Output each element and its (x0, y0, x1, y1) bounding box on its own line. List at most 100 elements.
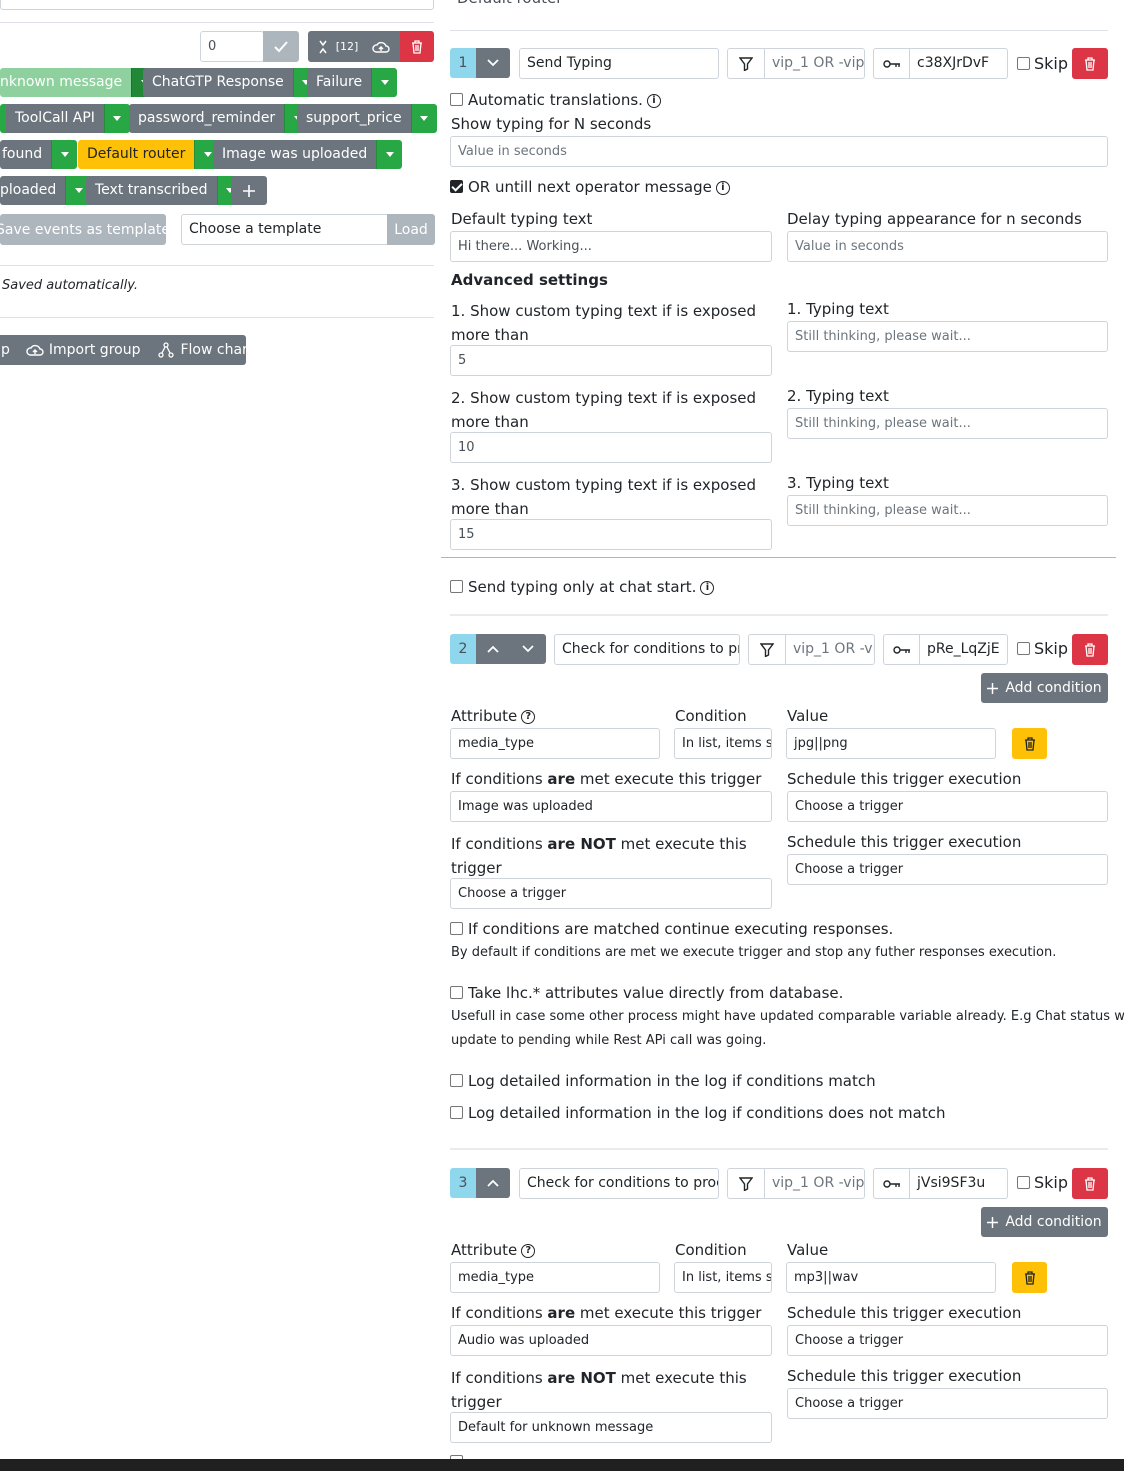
block-1-until-operator-label: OR untill next operator message i (468, 177, 730, 197)
block-1-delay-input[interactable]: Value in seconds (787, 231, 1108, 262)
event-tag-unknown-message[interactable]: nknown message (0, 68, 158, 97)
flow-chart-button[interactable]: Flow chart (158, 342, 253, 358)
block-2-value-input[interactable]: jpg||png (786, 728, 996, 759)
block-3-value-input[interactable]: mp3||wav (786, 1262, 996, 1293)
event-tag-failure[interactable]: Failure (307, 68, 398, 97)
delete-group-button[interactable] (400, 31, 434, 62)
block-2-met-trigger-input[interactable]: Image was uploaded (450, 791, 772, 822)
block-3-not-met-trigger-input[interactable]: Default for unknown message (450, 1412, 772, 1443)
event-tag-chatgtp-response[interactable]: ChatGTP Response (143, 68, 319, 97)
block-1-default-typing-input[interactable]: Hi there... Working... (450, 231, 772, 262)
block-1-filter-input[interactable]: vip_1 OR -vip. (764, 48, 865, 79)
saved-note: Saved automatically. (2, 278, 139, 293)
block-1-name-input[interactable]: Send Typing (519, 48, 719, 79)
block-2-name-input[interactable]: Check for conditions to pro (554, 634, 740, 665)
block-3-filter-input[interactable]: vip_1 OR -vip. (764, 1168, 865, 1199)
block-3-delete-button[interactable] (1072, 1168, 1108, 1199)
block-2-delete-button[interactable] (1072, 634, 1108, 665)
question-icon: ? (521, 1243, 536, 1258)
block-2-move-up-button[interactable] (476, 634, 510, 664)
chevron-down-icon[interactable] (51, 140, 78, 169)
block-1-auto-translations-checkbox[interactable] (450, 93, 463, 106)
block-1-move-down-button[interactable] (476, 48, 510, 78)
block-2-skip-checkbox[interactable] (1017, 642, 1030, 655)
block-3-attribute-input[interactable]: media_type (450, 1262, 660, 1293)
block-2-not-met-trigger-input[interactable]: Choose a trigger (450, 878, 772, 909)
block-1-typing-3-input[interactable]: Still thinking, please wait... (787, 495, 1108, 526)
event-tag-image-uploaded[interactable]: Image was uploaded (213, 140, 403, 169)
chevron-down-icon[interactable] (103, 104, 130, 133)
block-3-condition-select[interactable]: In list, items s (674, 1262, 772, 1293)
block-2-condition-select[interactable]: In list, items s (674, 728, 772, 759)
block-2-db-checkbox[interactable] (450, 986, 463, 999)
info-icon: i (715, 180, 730, 195)
import-group-button[interactable]: Import group (26, 342, 140, 358)
block-1-until-operator-checkbox[interactable] (450, 180, 463, 193)
block-1-chat-start-checkbox[interactable] (450, 580, 463, 593)
chevron-down-icon[interactable] (410, 104, 437, 133)
block-2-schedule-label-1: Schedule this trigger execution (787, 770, 1022, 788)
block-3-schedule-label-1: Schedule this trigger execution (787, 1304, 1022, 1322)
block-2-key-input[interactable]: pRe_LqZjE (919, 634, 1008, 665)
block-2-log-nomatch-label: Log detailed information in the log if c… (468, 1104, 946, 1122)
left-top-input-clipped[interactable] (0, 0, 434, 10)
block-2-continue-checkbox[interactable] (450, 922, 463, 935)
event-tag-uploaded[interactable]: ploaded (0, 176, 92, 205)
block-1-skip-checkbox[interactable] (1017, 57, 1030, 70)
block-1-show-typing-input[interactable]: Value in seconds (450, 136, 1108, 167)
info-icon: i (646, 93, 661, 108)
block-3-met-trigger-input[interactable]: Audio was uploaded (450, 1325, 772, 1356)
template-select[interactable]: Choose a template (181, 214, 389, 245)
block-2-attribute-input[interactable]: media_type (450, 728, 660, 759)
info-icon: i (700, 580, 715, 595)
block-2-log-match-checkbox[interactable] (450, 1074, 463, 1087)
event-tag-text-transcribed[interactable]: Text transcribed (86, 176, 243, 205)
block-1-key-input[interactable]: c38XJrDvF (909, 48, 1008, 79)
event-tag-found[interactable]: found (0, 140, 78, 169)
block-3-schedule-select-2[interactable]: Choose a trigger (787, 1388, 1108, 1419)
block-3-schedule-select-1[interactable]: Choose a trigger (787, 1325, 1108, 1356)
actions-count: [12] (335, 40, 359, 53)
block-2-remove-condition-button[interactable] (1012, 728, 1047, 759)
block-2-log-nomatch-checkbox[interactable] (450, 1106, 463, 1119)
block-1-delete-button[interactable] (1072, 48, 1108, 79)
event-tag-toolcall-api[interactable]: ToolCall API (0, 104, 130, 133)
block-3-key-input[interactable]: jVsi9SF3u (909, 1168, 1008, 1199)
block-1-custom-2-input[interactable]: 10 (450, 432, 772, 463)
event-tag-support-price[interactable]: support_price (297, 104, 437, 133)
block-3-move-up-button[interactable] (476, 1168, 510, 1198)
block-1-typing-1-input[interactable]: Still thinking, please wait... (787, 321, 1108, 352)
block-1-custom-3-label: 3. Show custom typing text if is exposed… (451, 476, 757, 518)
question-icon: ? (521, 709, 536, 724)
event-tag-default-router[interactable]: Default router (78, 140, 221, 169)
block-1-delay-label: Delay typing appearance for n seconds (787, 210, 1082, 228)
add-event-button[interactable] (231, 176, 267, 205)
block-2-filter-input[interactable]: vip_1 OR -vi (785, 634, 875, 665)
block-3-remove-condition-button[interactable] (1012, 1262, 1047, 1293)
group-partial-label: p (1, 342, 10, 358)
block-3-name-input[interactable]: Check for conditions to procee (519, 1168, 719, 1199)
chevron-down-icon[interactable] (371, 68, 398, 97)
chevron-down-icon[interactable] (376, 140, 403, 169)
block-2-move-down-button[interactable] (510, 634, 546, 664)
block-1-custom-1-input[interactable]: 5 (450, 345, 772, 376)
block-3-skip-checkbox[interactable] (1017, 1176, 1030, 1189)
block-1-typing-2-input[interactable]: Still thinking, please wait... (787, 408, 1108, 439)
block-3-add-condition-button[interactable]: Add condition (981, 1207, 1108, 1237)
block-2-add-condition-button[interactable]: Add condition (981, 673, 1108, 703)
key-icon (883, 59, 900, 68)
block-1-custom-3-input[interactable]: 15 (450, 519, 772, 550)
load-template-button[interactable]: Load (387, 214, 435, 245)
block-2-db-help-2: update to pending while Rest APi call wa… (451, 1033, 767, 1048)
block-2-schedule-select-1[interactable]: Choose a trigger (787, 791, 1108, 822)
block-2-schedule-select-2[interactable]: Choose a trigger (787, 854, 1108, 885)
trash-icon (1085, 56, 1095, 71)
event-tag-password-reminder[interactable]: password_reminder (129, 104, 311, 133)
priority-input[interactable]: 0 (200, 31, 264, 62)
save-events-template-button[interactable]: Save events as template (0, 214, 170, 245)
confirm-priority-button[interactable] (263, 31, 299, 62)
collapse-actions-button[interactable]: [12] (308, 31, 400, 62)
key-icon (883, 1179, 900, 1188)
plus-icon (243, 184, 255, 197)
left-divider-1 (0, 265, 434, 266)
